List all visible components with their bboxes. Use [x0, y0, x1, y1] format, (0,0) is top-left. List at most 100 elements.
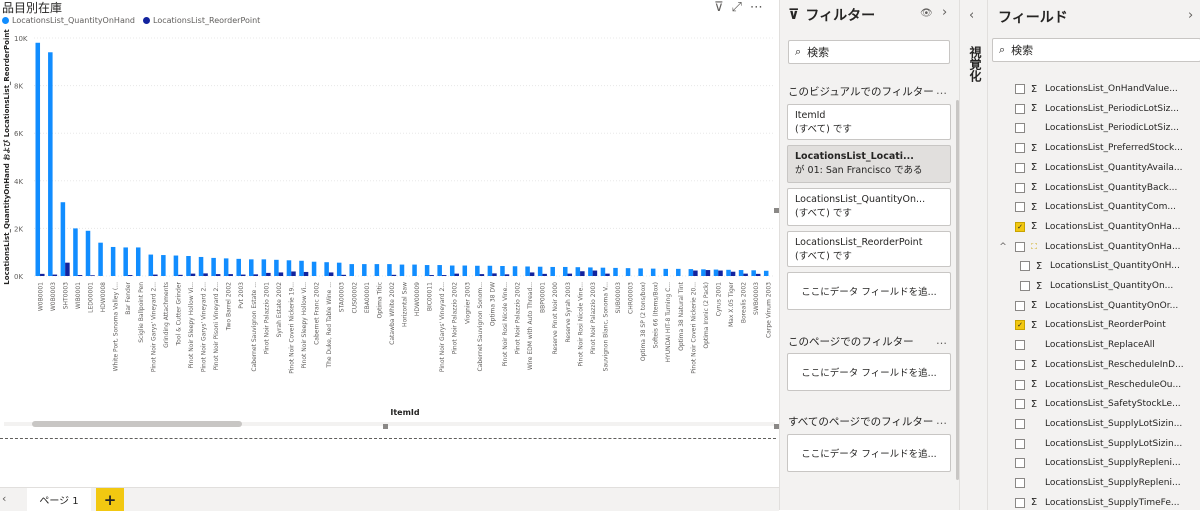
bar-quantity-on-hand — [324, 262, 329, 276]
bar-quantity-on-hand — [336, 262, 342, 276]
expand-collapse-icon[interactable]: ^ — [998, 242, 1008, 252]
visual-filter-drop-zone[interactable]: ここにデータ フィールドを追... — [787, 272, 951, 310]
resize-handle-bottom[interactable] — [383, 424, 388, 429]
add-page-button[interactable]: + — [96, 488, 124, 511]
bar-reorder-point — [441, 275, 447, 276]
checkbox[interactable] — [1015, 123, 1025, 134]
legend-item-quantity-on-hand[interactable]: LocationsList_QuantityOnHand — [2, 16, 135, 25]
field-item[interactable]: Σ LocationsList_QuantityOn... — [1020, 277, 1173, 295]
x-tick-label: Tool & Cutter Grinder — [175, 281, 182, 346]
bar-quantity-on-hand — [449, 265, 455, 276]
visualizations-pane-collapsed[interactable]: ‹ 視覚化 — [959, 0, 988, 510]
all-pages-filter-drop-zone[interactable]: ここにデータ フィールドを追... — [787, 434, 951, 472]
focus-mode-icon[interactable]: ⤢ — [732, 0, 742, 15]
field-item[interactable]: Σ LocationsList_QuantityBack... — [1015, 179, 1177, 197]
checkbox[interactable] — [1015, 418, 1025, 429]
x-tick-label: BIC00011 — [427, 282, 434, 311]
bar-quantity-on-hand — [148, 254, 154, 276]
checkbox[interactable] — [1015, 162, 1025, 173]
field-item[interactable]: Σ LocationsList_PreferredStock... — [1015, 139, 1183, 157]
checkbox[interactable] — [1015, 84, 1025, 94]
field-item[interactable]: Σ LocationsList_RescheduleOu... — [1015, 376, 1181, 394]
visualizations-label[interactable]: 視覚化 — [967, 46, 984, 82]
filter-card-location[interactable]: LocationsList_Locati... が 01: San Franci… — [787, 145, 951, 183]
checkbox[interactable] — [1015, 399, 1025, 410]
checkbox[interactable] — [1015, 103, 1025, 114]
chart-horizontal-scrollbar[interactable] — [0, 419, 779, 429]
visual-header: ⊽ ⤢ ⋯ — [714, 0, 763, 15]
page-filter-drop-zone[interactable]: ここにデータ フィールドを追... — [787, 353, 951, 391]
checkbox[interactable] — [1015, 300, 1025, 311]
filter-search-input[interactable]: ⌕ 検索 — [788, 40, 950, 64]
x-tick-label: Pinot Noir Garys' Vineyard 2... — [201, 282, 208, 372]
x-tick-label: White Port, Sonoma Valley (... — [113, 282, 120, 371]
checkbox[interactable] — [1015, 340, 1025, 351]
checkbox[interactable] — [1015, 478, 1025, 488]
field-item[interactable]: Σ LocationsList_QuantityOnH... — [1020, 257, 1180, 275]
field-item[interactable]: LocationsList_PeriodicLotSiz... — [1015, 119, 1179, 137]
filter-pane-collapse-icon[interactable]: › — [942, 5, 947, 20]
bar-reorder-point — [52, 274, 58, 276]
field-item[interactable]: Σ LocationsList_QuantityAvaila... — [1015, 159, 1182, 177]
legend-item-reorder-point[interactable]: LocationsList_ReorderPoint — [143, 16, 260, 25]
field-item[interactable]: Σ LocationsList_OnHandValue... — [1015, 80, 1178, 98]
checkbox[interactable] — [1020, 281, 1030, 291]
field-item[interactable]: Σ LocationsList_RescheduleInD... — [1015, 356, 1184, 374]
y-tick-label: 0K — [14, 273, 23, 281]
field-label: LocationsList_OnHandValue... — [1045, 84, 1178, 94]
filter-card-quantity-on-hand[interactable]: LocationsList_QuantityOn... (すべて) です — [787, 188, 951, 226]
field-item[interactable]: LocationsList_SupplyLotSizin... — [1015, 435, 1182, 453]
sigma-icon: Σ — [1030, 379, 1038, 390]
fields-search-input[interactable]: ⌕ 検索 — [992, 38, 1200, 62]
bar-reorder-point — [228, 274, 233, 276]
fields-pane-collapse-icon[interactable]: › — [1188, 8, 1193, 23]
scrollbar-thumb[interactable] — [32, 421, 242, 427]
field-item[interactable]: LocationsList_SupplyLotSizin... — [1015, 415, 1182, 433]
page-tab-1[interactable]: ページ 1 — [27, 488, 91, 511]
bar-quantity-on-hand — [713, 269, 719, 276]
field-item[interactable]: Σ LocationsList_SupplyTimeFe... — [1015, 494, 1180, 512]
field-item[interactable]: Σ LocationsList_QuantityOnOr... — [1015, 297, 1178, 315]
field-item[interactable]: Σ LocationsList_QuantityCom... — [1015, 198, 1176, 216]
more-options-icon[interactable]: … — [936, 334, 947, 347]
field-item[interactable]: ✓ Σ LocationsList_QuantityOnHa... — [1015, 218, 1181, 236]
field-item[interactable]: LocationsList_ReplaceAll — [1015, 336, 1155, 354]
field-item[interactable]: LocationsList_SupplyRepleni... — [1015, 474, 1181, 492]
checkbox[interactable] — [1015, 359, 1025, 370]
checkbox-checked[interactable]: ✓ — [1015, 221, 1025, 232]
page-nav-prev-icon[interactable]: ‹ — [2, 492, 6, 505]
checkbox[interactable] — [1015, 182, 1025, 193]
x-tick-label: SWB00003 — [753, 282, 760, 315]
more-options-icon[interactable]: ⋯ — [750, 0, 763, 15]
field-item[interactable]: LocationsList_SupplyRepleni... — [1015, 454, 1181, 472]
chevron-left-icon[interactable]: ‹ — [969, 8, 974, 23]
checkbox[interactable] — [1015, 379, 1025, 390]
bar-quantity-on-hand — [236, 258, 241, 276]
bar-reorder-point — [605, 273, 610, 276]
more-options-icon[interactable]: … — [936, 414, 947, 427]
bar-quantity-on-hand — [211, 257, 216, 276]
checkbox[interactable] — [1015, 497, 1025, 508]
search-icon: ⌕ — [795, 45, 802, 58]
field-item[interactable]: Σ LocationsList_SafetyStockLe... — [1015, 395, 1181, 413]
checkbox-checked[interactable]: ✓ — [1015, 320, 1025, 331]
sigma-icon: Σ — [1030, 103, 1038, 115]
field-item[interactable]: ✓ Σ LocationsList_ReorderPoint — [1015, 316, 1166, 334]
more-options-icon[interactable]: … — [936, 84, 947, 97]
checkbox[interactable] — [1015, 458, 1025, 469]
checkbox[interactable] — [1015, 438, 1025, 449]
bar-chart[interactable]: 0K 2K 4K 6K 8K 10KLocationsList_QuantityOnHan… — [0, 28, 779, 420]
eye-icon[interactable]: 👁 — [920, 8, 933, 19]
filter-card-reorder-point[interactable]: LocationsList_ReorderPoint (すべて) です — [787, 231, 951, 267]
checkbox[interactable] — [1020, 261, 1030, 272]
checkbox[interactable] — [1015, 143, 1025, 154]
filter-icon[interactable]: ⊽ — [714, 0, 724, 15]
checkbox[interactable] — [1015, 202, 1025, 213]
field-item[interactable]: Σ LocationsList_PeriodicLotSiz... — [1015, 100, 1179, 118]
chart-legend[interactable]: LocationsList_QuantityOnHand LocationsLi… — [2, 16, 260, 25]
bar-reorder-point — [77, 275, 83, 276]
checkbox[interactable] — [1015, 241, 1025, 252]
filter-card-itemid[interactable]: ItemId (すべて) です — [787, 104, 951, 140]
field-item[interactable]: ^ ⛶ LocationsList_QuantityOnHa... — [999, 238, 1181, 256]
x-tick-label: Pinot Noir Sleepy Hollow Vi... — [301, 282, 308, 369]
